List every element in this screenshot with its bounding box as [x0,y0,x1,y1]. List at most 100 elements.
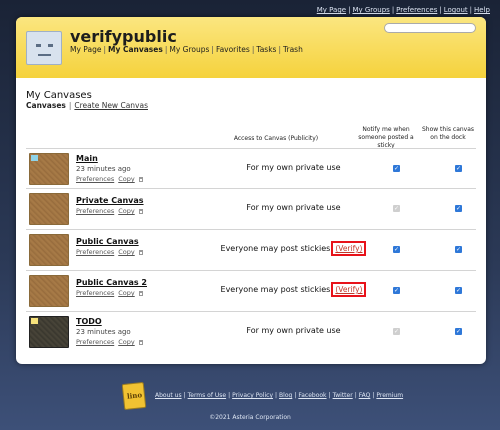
canvas-access: For my own private use [201,203,386,212]
column-header-access: Access to Canvas (Publicity) [233,135,319,142]
canvas-row: TODO 23 minutes ago Preferences Copy For my … [26,311,476,351]
lino-logo[interactable]: lino [121,381,147,411]
show-on-dock-checkbox[interactable]: ✓ [455,165,462,172]
footer-link-privacy[interactable]: Privacy Policy [232,392,273,399]
nav-trash[interactable]: Trash [283,45,303,54]
footer-link-premium[interactable]: Premium [376,392,403,399]
footer-link-twitter[interactable]: Twitter [333,392,353,399]
footer-link-terms[interactable]: Terms of Use [188,392,226,399]
canvas-updated-time: 23 minutes ago [76,328,131,336]
notify-checkbox[interactable]: ✓ [393,246,400,253]
access-text: Everyone may post stickies [220,285,331,294]
canvas-access: For my own private use [201,326,386,335]
canvas-actions: Preferences Copy [76,338,143,346]
canvas-row: Public Canvas Preferences Copy Everyone may… [26,229,476,269]
canvas-actions: Preferences Copy [76,207,143,215]
canvas-actions: Preferences Copy [76,175,143,183]
preferences-link[interactable]: Preferences [76,338,114,346]
preferences-link[interactable]: Preferences [76,289,114,297]
preferences-link[interactable]: Preferences [76,248,114,256]
canvas-thumbnail[interactable] [29,234,69,266]
canvas-name-link[interactable]: Public Canvas [76,237,139,246]
top-link-my-groups[interactable]: My Groups [352,6,389,14]
logo-text: lino [126,390,143,401]
canvas-thumbnail[interactable] [29,153,69,185]
copy-link[interactable]: Copy [118,289,135,297]
verify-link[interactable]: (Verify) [331,241,367,256]
access-text: For my own private use [246,163,341,172]
canvas-actions: Preferences Copy [76,248,143,256]
footer-link-blog[interactable]: Blog [279,392,292,399]
sticky-note-icon [31,318,38,324]
notify-checkbox: ✓ [393,328,400,335]
nav-tasks[interactable]: Tasks [256,45,276,54]
canvas-access: For my own private use [201,163,386,172]
subnav: Canvases | Create New Canvas [26,101,148,110]
subnav-canvases: Canvases [26,101,66,110]
notify-checkbox[interactable]: ✓ [393,287,400,294]
copy-link[interactable]: Copy [118,207,135,215]
show-on-dock-checkbox[interactable]: ✓ [455,328,462,335]
show-on-dock-checkbox[interactable]: ✓ [455,246,462,253]
sticky-note-icon [31,155,38,161]
access-text: For my own private use [246,203,341,212]
avatar[interactable] [26,31,62,65]
column-header-notify: Notify me when someone posted a sticky [358,126,414,149]
canvas-access: Everyone may post stickies (Verify) [201,282,386,297]
trash-icon[interactable] [138,340,143,345]
nav-my-canvases[interactable]: My Canvases [108,45,163,54]
page-title: My Canvases [26,90,92,101]
trash-icon[interactable] [138,250,143,255]
canvas-name-link[interactable]: Public Canvas 2 [76,278,147,287]
trash-icon[interactable] [138,209,143,214]
access-text: For my own private use [246,326,341,335]
notify-checkbox[interactable]: ✓ [393,165,400,172]
main-nav: My Page | My Canvases | My Groups | Favorites |… [70,45,303,54]
username: verifypublic [70,27,177,46]
top-link-my-page[interactable]: My Page [317,6,346,14]
top-link-preferences[interactable]: Preferences [396,6,437,14]
column-header-show: Show this canvas on the dock [421,126,475,141]
avatar-eye-icon [36,44,41,47]
verify-link[interactable]: (Verify) [331,282,367,297]
canvas-row: Main 23 minutes ago Preferences Copy For my … [26,148,476,188]
footer-link-about[interactable]: About us [155,392,182,399]
trash-icon[interactable] [138,291,143,296]
canvas-row: Private Canvas Preferences Copy For my own … [26,188,476,228]
canvas-row: Public Canvas 2 Preferences Copy Everyone m… [26,270,476,310]
top-links: My Page | My Groups | Preferences | Logout | Hel… [316,6,490,14]
canvas-updated-time: 23 minutes ago [76,165,131,173]
canvas-thumbnail[interactable] [29,275,69,307]
nav-my-page[interactable]: My Page [70,45,101,54]
canvas-thumbnail[interactable] [29,316,69,348]
copy-link[interactable]: Copy [118,175,135,183]
canvas-thumbnail[interactable] [29,193,69,225]
top-link-help[interactable]: Help [474,6,490,14]
preferences-link[interactable]: Preferences [76,207,114,215]
footer-link-faq[interactable]: FAQ [359,392,371,399]
search-input[interactable] [384,23,476,33]
show-on-dock-checkbox[interactable]: ✓ [455,287,462,294]
copy-link[interactable]: Copy [118,248,135,256]
canvas-actions: Preferences Copy [76,289,143,297]
copyright: ©2021 Asteria Corporation [209,414,291,421]
main-panel: verifypublic My Page | My Canvases | My Grou… [16,17,486,364]
footer-link-facebook[interactable]: Facebook [298,392,326,399]
nav-favorites[interactable]: Favorites [216,45,250,54]
nav-my-groups[interactable]: My Groups [169,45,209,54]
preferences-link[interactable]: Preferences [76,175,114,183]
copy-link[interactable]: Copy [118,338,135,346]
notify-checkbox: ✓ [393,205,400,212]
create-new-canvas-link[interactable]: Create New Canvas [74,101,148,110]
canvas-name-link[interactable]: TODO [76,317,102,326]
trash-icon[interactable] [138,177,143,182]
avatar-eye-icon [48,44,53,47]
canvas-name-link[interactable]: Main [76,154,98,163]
top-link-logout[interactable]: Logout [444,6,468,14]
avatar-mouth-icon [38,54,51,56]
show-on-dock-checkbox[interactable]: ✓ [455,205,462,212]
footer-links: About us | Terms of Use | Privacy Policy | Blo… [155,392,404,399]
canvas-access: Everyone may post stickies (Verify) [201,241,386,256]
access-text: Everyone may post stickies [220,244,331,253]
canvas-name-link[interactable]: Private Canvas [76,196,144,205]
